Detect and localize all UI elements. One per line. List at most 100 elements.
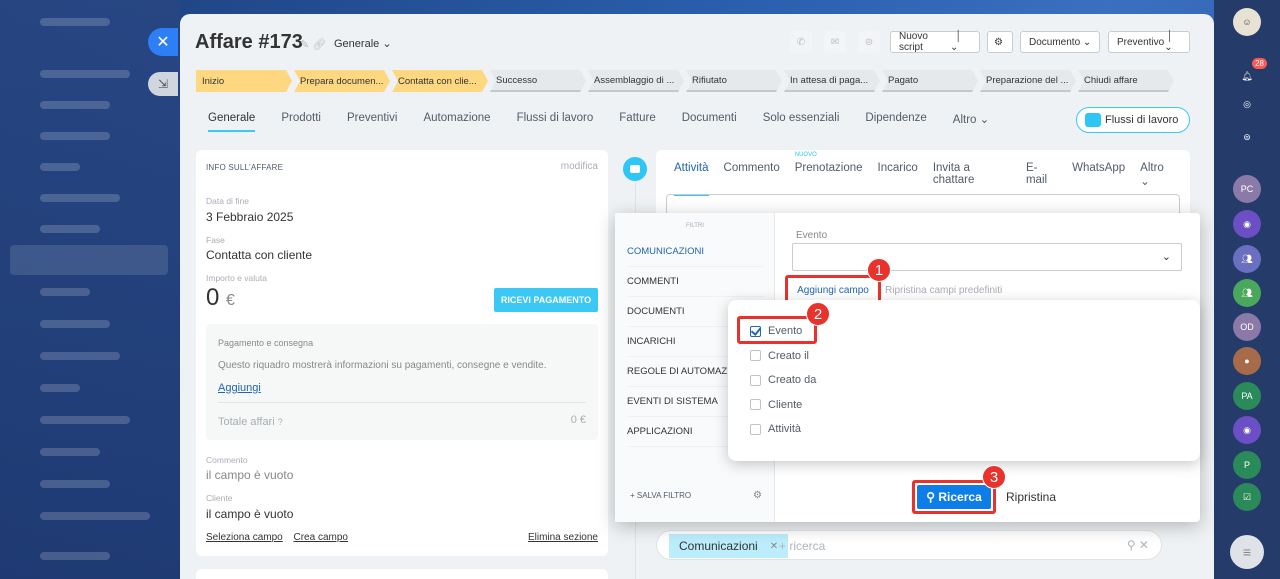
document-button[interactable]: Documento ⌄ [1020,31,1100,53]
activity-tab-0[interactable]: Attività [674,162,709,196]
settings-gear-icon[interactable]: ⚙ [987,31,1013,53]
search-button-inner[interactable]: ⚲ Ricerca [917,485,991,509]
notifications-bell-icon[interactable]: 🔔︎ 28 [1233,58,1267,90]
tab-7[interactable]: Solo essenziali [763,112,840,132]
delete-section-link[interactable]: Elimina sezione [528,532,598,543]
search-placeholder[interactable]: + ricerca [779,539,825,553]
reset-default-fields-link[interactable]: Ripristina campi predefiniti [885,285,1002,296]
stage-5[interactable]: Assemblaggio di ... [588,70,684,92]
comment-value: il campo è vuoto [206,468,294,482]
gear-icon[interactable]: ⚙ [753,490,762,501]
group-chat-icon[interactable]: 👥︎ [1233,245,1261,273]
nav-blur [40,416,130,424]
client-label: Cliente [206,493,233,503]
category-selector[interactable]: Generale ⌄ [334,37,392,50]
stage-6[interactable]: Rifiutato [686,70,782,92]
quote-label: Preventivo [1117,36,1165,48]
tab-4[interactable]: Flussi di lavoro [517,112,594,132]
field-option-2[interactable]: Creato da [750,374,816,386]
stage-8[interactable]: Pagato [882,70,978,92]
activity-tab-7[interactable]: Altro ⌄ [1140,162,1175,196]
help-icon[interactable]: ? [278,417,283,427]
add-payment-link[interactable]: Aggiungi [218,382,261,394]
tab-5[interactable]: Fatture [619,112,655,132]
user-avatar[interactable]: ☺ [1233,8,1261,36]
payment-description: Questo riquadro mostrerà informazioni su… [218,360,547,371]
search-icon[interactable]: ⚲ ✕ [1127,538,1149,552]
create-field-link[interactable]: Crea campo [294,532,348,543]
stage-4[interactable]: Successo [490,70,586,92]
stage-10[interactable]: Chiudi affare [1078,70,1174,92]
contact-avatar[interactable]: OD [1233,313,1261,341]
stage-7[interactable]: In attesa di paga... [784,70,880,92]
filter-preset-1[interactable]: COMMENTI [627,267,763,297]
phone-icon[interactable]: ✆ [790,31,812,53]
stage-3[interactable]: Contatta con clie... [392,70,488,92]
receive-payment-button[interactable]: RICEVI PAGAMENTO [494,288,598,312]
openlines-icon[interactable]: ◎ [1233,90,1261,118]
activity-tab-3[interactable]: Incarico [878,162,918,196]
close-slider-button[interactable]: ✕ [148,28,178,56]
nav-blur [40,288,90,296]
activity-tab-label: Incarico [877,162,918,174]
event-select[interactable]: ⌄ [792,243,1182,271]
deal-info-card: INFO SULL'AFFARE modifica Data di fine 3… [196,150,608,556]
tasks-icon[interactable]: ☑ [1233,483,1261,511]
group-chat-icon[interactable]: ◉ [1233,416,1261,444]
step-marker-3: 3 [982,465,1006,489]
remove-chip-icon[interactable]: ✕ [770,541,778,552]
step-marker-1: 1 [867,258,891,282]
tab-6[interactable]: Documenti [682,112,737,132]
search-button[interactable]: ⚲ Ricerca [912,480,996,514]
select-field-link[interactable]: Seleziona campo [206,532,283,543]
checkbox[interactable] [750,423,761,435]
tab-2[interactable]: Preventivi [347,112,398,132]
edit-title-icon[interactable]: ✎ 🔗︎ [300,38,326,51]
checkbox[interactable] [750,374,761,386]
document-label: Documento [1029,36,1081,48]
filter-header: FILTRI [686,223,704,229]
contact-avatar[interactable]: PC [1233,175,1261,203]
stage-1[interactable]: Inizio [196,70,292,92]
activity-tab-6[interactable]: WhatsApp [1072,162,1125,196]
activity-tab-5[interactable]: E-mail [1026,162,1057,196]
stage-2[interactable]: Prepara documen... [294,70,390,92]
tab-0[interactable]: Generale [208,112,256,132]
activity-tab-label: Attività [674,162,709,174]
quote-button[interactable]: Preventivo │ ⌄ [1108,31,1190,53]
stage-label: Fase [206,235,225,245]
group-chat-icon[interactable]: ◉ [1233,210,1261,238]
contact-avatar[interactable]: PA [1233,382,1261,410]
activity-tab-2[interactable]: Prenotazione NUOVO [795,152,863,196]
tab-8[interactable]: Dipendenze [865,112,926,132]
chat-icon[interactable]: ⊜ [1233,123,1261,151]
stage-9[interactable]: Preparazione del ... [980,70,1076,92]
new-script-button[interactable]: Nuovo script │ ⌄ [890,31,980,53]
activity-tab-1[interactable]: Commento [724,162,780,196]
tab-9[interactable]: Altro ⌄ [953,112,989,132]
field-option-3[interactable]: Cliente [750,399,802,411]
contact-avatar[interactable]: P [1233,451,1261,479]
field-option-label: Cliente [768,398,803,411]
mail-icon[interactable]: ✉ [824,31,846,53]
reset-button[interactable]: Ripristina [1006,490,1056,504]
stage-bar: Inizio Prepara documen... Contatta con cli… [196,70,1176,92]
field-option-1[interactable]: Creato il [750,350,809,362]
filter-preset-0[interactable]: COMUNICAZIONI [627,237,763,267]
checkbox[interactable] [750,350,761,361]
chat-icon[interactable]: ⊜ [858,31,880,53]
activity-tab-4[interactable]: Invita a chattare [933,162,1011,196]
edit-link[interactable]: modifica [561,161,598,172]
save-filter-button[interactable]: + SALVA FILTRO [630,491,691,500]
tab-1[interactable]: Prodotti [281,112,321,132]
group-chat-icon[interactable]: 👥︎ [1233,279,1261,307]
workflows-button[interactable]: Flussi di lavoro [1076,107,1190,133]
tab-3[interactable]: Automazione [423,112,490,132]
timeline-search-bar[interactable]: Comunicazioni ✕ + ricerca ⚲ ✕ [656,530,1162,560]
filter-chip[interactable]: Comunicazioni ✕ [669,534,789,558]
contact-avatar[interactable]: ● [1233,347,1261,375]
checkbox[interactable] [750,399,761,410]
menu-icon[interactable]: ≡ [1230,535,1264,569]
field-option-4[interactable]: Attività [750,423,801,435]
minimize-slider-button[interactable]: ⇲ [148,72,178,96]
